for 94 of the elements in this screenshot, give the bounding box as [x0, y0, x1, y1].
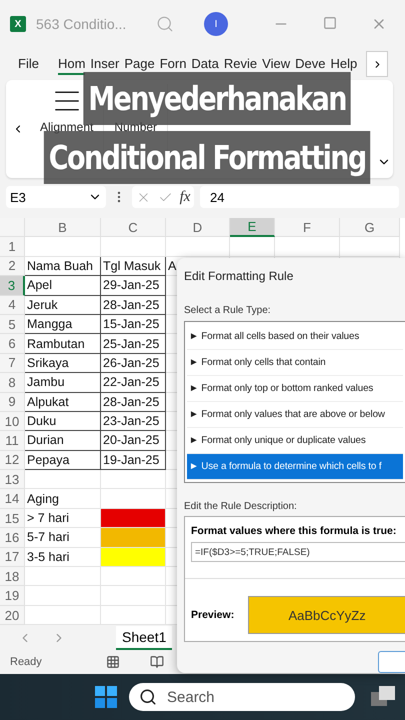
table-cell: 22-Jan-25 — [101, 373, 166, 393]
rule-type-option[interactable]: ► Format only cells that contain — [187, 350, 403, 376]
table-cell: Durian — [25, 431, 101, 451]
table-cell: 15-Jan-25 — [101, 314, 166, 334]
ribbon-tab[interactable]: Help — [330, 54, 358, 74]
row-header[interactable]: 2 — [0, 256, 25, 276]
table-cell: 29-Jan-25 — [101, 276, 166, 296]
row-header[interactable]: 19 — [0, 586, 25, 606]
more-tabs-button[interactable] — [366, 51, 388, 77]
ribbon-tab[interactable]: Forn — [160, 54, 186, 74]
table-cell: Jambu — [25, 373, 101, 393]
maximize-icon[interactable] — [323, 16, 337, 30]
preview-label: Preview: — [191, 609, 234, 621]
ribbon-tab[interactable]: Inser — [90, 54, 120, 74]
formula-field[interactable]: 24 — [200, 186, 399, 208]
rule-type-option[interactable]: ► Format all cells based on their values — [187, 324, 403, 350]
table-cell: Jeruk — [25, 296, 101, 315]
status-text: Ready — [10, 656, 42, 668]
search-icon[interactable] — [156, 15, 174, 33]
name-box[interactable]: E3 — [6, 186, 106, 208]
table-cell — [230, 237, 275, 257]
table-cell: Srikaya — [25, 354, 101, 374]
row-header[interactable]: 9 — [0, 392, 25, 412]
column-header[interactable]: C — [101, 218, 166, 238]
taskbar-search-field[interactable]: Search — [129, 683, 355, 711]
formula-label: Format values where this formula is true: — [191, 525, 398, 537]
table-cell: 28-Jan-25 — [101, 392, 166, 412]
dialog-button[interactable] — [378, 651, 405, 673]
ribbon-tab[interactable]: Revie — [224, 54, 258, 74]
insert-function-button[interactable]: fx — [180, 188, 190, 206]
row-header[interactable]: 14 — [0, 489, 25, 509]
row-header[interactable]: 7 — [0, 354, 25, 374]
excel-logo: X — [10, 16, 26, 32]
row-header[interactable]: 3 — [0, 276, 25, 296]
table-cell: 20-Jan-25 — [101, 431, 166, 451]
ribbon-tab[interactable]: File — [18, 54, 39, 74]
table-cell — [101, 237, 166, 257]
rule-description-label: Edit the Rule Description: — [184, 501, 298, 512]
row-header[interactable]: 12 — [0, 450, 25, 470]
table-cell: Rambutan — [25, 334, 101, 354]
column-header[interactable]: B — [25, 218, 101, 238]
table-cell: Nama Buah — [25, 256, 101, 276]
windows-start-icon[interactable] — [95, 686, 117, 708]
table-cell: 19-Jan-25 — [101, 450, 166, 470]
row-header[interactable]: 16 — [0, 528, 25, 548]
table-cell: 28-Jan-25 — [101, 296, 166, 315]
ribbon-tab[interactable]: Page — [124, 54, 155, 74]
rule-type-option[interactable]: ► Format only top or bottom ranked values — [187, 376, 403, 402]
rule-type-option[interactable]: ► Use a formula to determine which cells to f — [187, 454, 403, 480]
user-avatar[interactable]: I — [204, 12, 228, 36]
table-cell: Duku — [25, 412, 101, 432]
table-cell: Apel — [25, 276, 101, 296]
row-header[interactable]: 8 — [0, 373, 25, 393]
formula-input[interactable]: =IF($D3>=5;TRUE;FALSE) — [191, 542, 405, 562]
video-caption: Conditional Formatting — [44, 131, 371, 184]
table-cell: Mangga — [25, 314, 101, 334]
row-header[interactable]: 17 — [0, 548, 25, 568]
preview-sample: AaBbCcYyZz — [248, 596, 405, 634]
rule-type-option[interactable]: ► Format only values that are above or below — [187, 402, 403, 428]
row-header[interactable]: 15 — [0, 508, 25, 528]
table-cell: Aging — [25, 489, 101, 509]
row-header[interactable]: 4 — [0, 296, 25, 315]
table-cell — [166, 237, 230, 257]
row-header[interactable]: 18 — [0, 567, 25, 586]
column-header[interactable]: E — [230, 218, 275, 238]
column-header[interactable]: F — [275, 218, 340, 238]
table-cell: Tgl Masuk — [101, 256, 166, 276]
window-title: 563 Conditio... — [36, 16, 128, 32]
table-cell — [275, 237, 340, 257]
page-view-icon[interactable] — [150, 655, 164, 670]
row-header[interactable]: 13 — [0, 470, 25, 490]
table-cell: 26-Jan-25 — [101, 354, 166, 374]
row-header[interactable]: 6 — [0, 334, 25, 354]
table-cell: 23-Jan-25 — [101, 412, 166, 432]
ribbon-tab[interactable]: Deve — [295, 54, 326, 74]
table-cell: Pepaya — [25, 450, 101, 470]
ribbon-tab[interactable]: Data — [191, 54, 219, 74]
row-header[interactable]: 1 — [0, 237, 25, 257]
row-header[interactable]: 11 — [0, 431, 25, 451]
search-icon — [139, 688, 157, 706]
video-caption: Menyederhanakan — [84, 72, 352, 125]
task-view-icon[interactable] — [371, 686, 397, 708]
row-header[interactable]: 20 — [0, 606, 25, 626]
rule-type-label: Select a Rule Type: — [184, 305, 272, 316]
ribbon-tab[interactable]: View — [262, 54, 290, 74]
row-header[interactable]: 5 — [0, 314, 25, 334]
normal-view-icon[interactable] — [106, 655, 120, 670]
sheet-tab[interactable]: Sheet1 — [116, 626, 172, 650]
column-header[interactable]: G — [340, 218, 400, 238]
row-header[interactable]: 10 — [0, 412, 25, 432]
table-cell: Alpukat — [25, 392, 101, 412]
table-cell — [340, 237, 400, 257]
column-header[interactable]: D — [166, 218, 230, 238]
table-cell: 25-Jan-25 — [101, 334, 166, 354]
